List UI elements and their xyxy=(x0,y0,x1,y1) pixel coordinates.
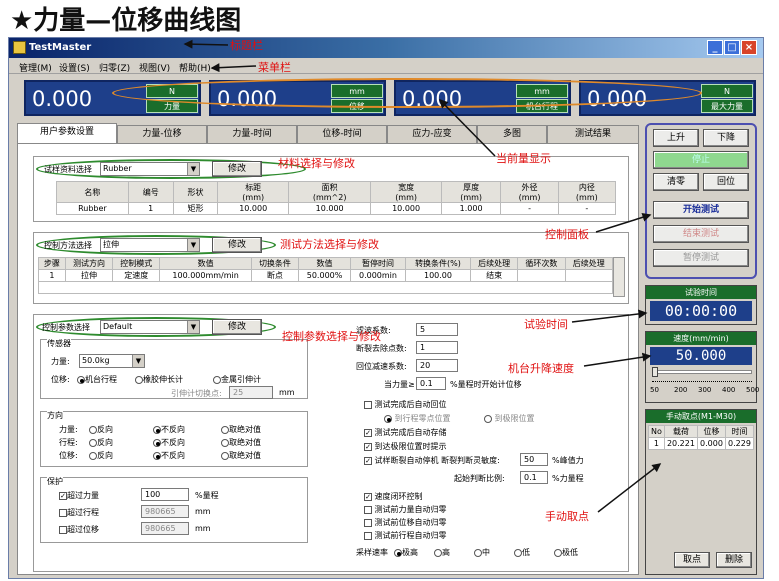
annotation-lift-speed: 机台升降速度 xyxy=(508,362,574,375)
annotation-params: 控制参数选择与修改 xyxy=(282,330,381,343)
annotation-title-bar: 标题栏 xyxy=(230,39,263,52)
annotation-material: 材料选择与修改 xyxy=(278,157,355,170)
annotation-method: 测试方法选择与修改 xyxy=(280,238,379,251)
annotation-menu-bar: 菜单栏 xyxy=(258,61,291,74)
annotation-arrows xyxy=(183,39,662,513)
annotation-current: 当前量显示 xyxy=(496,152,551,165)
annotation-manual: 手动取点 xyxy=(545,510,589,523)
annotation-panel: 控制面板 xyxy=(545,228,589,241)
annotation-time: 试验时间 xyxy=(524,318,568,331)
